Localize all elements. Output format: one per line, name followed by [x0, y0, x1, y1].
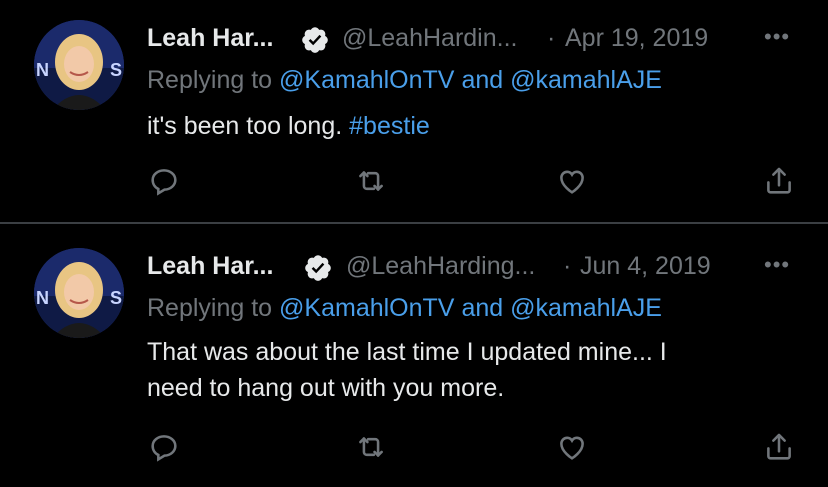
- tweet-date[interactable]: Jun 4, 2019: [580, 252, 711, 281]
- retweet-icon[interactable]: [354, 164, 388, 198]
- tweet[interactable]: N S Leah Har... @LeahHardin... · Apr 19,…: [0, 0, 828, 222]
- display-name[interactable]: Leah Har...: [147, 24, 273, 53]
- replying-prefix: Replying to: [147, 294, 273, 322]
- tweet-date[interactable]: Apr 19, 2019: [565, 24, 708, 53]
- tweet[interactable]: N S Leah Har... @LeahHarding... · Jun 4,…: [0, 226, 828, 487]
- replying-to: Replying to @KamahlOnTV and @kamahlAJE: [147, 66, 662, 95]
- retweet-icon[interactable]: [354, 430, 388, 464]
- tweet-divider: [0, 222, 828, 224]
- replying-to: Replying to @KamahlOnTV and @kamahlAJE: [147, 294, 662, 323]
- reply-and: and: [461, 294, 504, 322]
- svg-text:N: N: [36, 288, 49, 308]
- svg-text:S: S: [110, 288, 122, 308]
- reply-user-link[interactable]: @KamahlOnTV: [279, 66, 454, 94]
- reply-user-link[interactable]: @kamahlAJE: [510, 294, 662, 322]
- svg-text:S: S: [110, 60, 122, 80]
- separator: ·: [547, 24, 556, 52]
- replying-prefix: Replying to: [147, 66, 273, 94]
- reply-user-link[interactable]: @KamahlOnTV: [279, 294, 454, 322]
- share-icon[interactable]: [762, 430, 796, 464]
- user-handle[interactable]: @LeahHarding...: [346, 252, 535, 281]
- more-options-icon[interactable]: •••: [764, 24, 796, 54]
- like-icon[interactable]: [555, 164, 589, 198]
- like-icon[interactable]: [555, 430, 589, 464]
- reply-and: and: [461, 66, 504, 94]
- tweet-text: it's been too long. #bestie: [147, 108, 747, 144]
- avatar[interactable]: N S: [34, 20, 124, 110]
- hashtag-link[interactable]: #bestie: [349, 112, 430, 140]
- display-name[interactable]: Leah Har...: [147, 252, 273, 281]
- user-handle[interactable]: @LeahHardin...: [342, 24, 517, 53]
- reply-user-link[interactable]: @kamahlAJE: [510, 66, 662, 94]
- reply-icon[interactable]: [147, 164, 181, 198]
- separator: ·: [563, 252, 572, 280]
- tweet-text: That was about the last time I updated m…: [147, 334, 747, 406]
- share-icon[interactable]: [762, 164, 796, 198]
- tweet-text-line: need to hang out with you more.: [147, 374, 505, 402]
- reply-icon[interactable]: [147, 430, 181, 464]
- verified-badge-icon: [300, 25, 330, 55]
- svg-text:N: N: [36, 60, 49, 80]
- avatar[interactable]: N S: [34, 248, 124, 338]
- verified-badge-icon: [303, 253, 333, 283]
- more-options-icon[interactable]: •••: [764, 252, 796, 282]
- tweet-text-body: it's been too long.: [147, 112, 343, 140]
- tweet-text-line: That was about the last time I updated m…: [147, 338, 667, 366]
